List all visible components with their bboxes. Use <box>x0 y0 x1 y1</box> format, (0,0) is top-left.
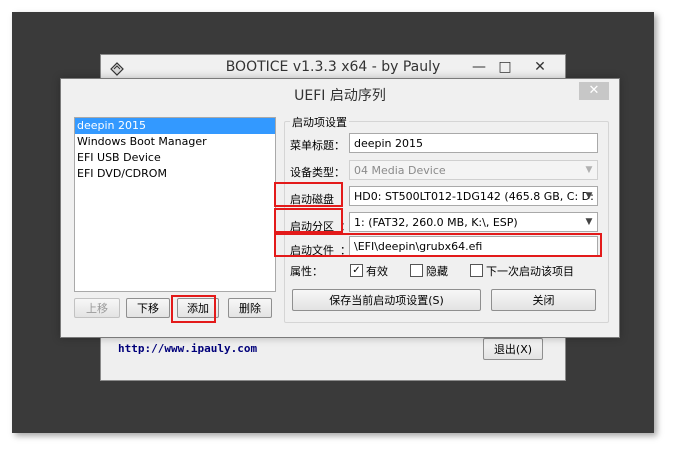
group-title: 启动项设置 <box>290 114 349 130</box>
boot-partition-value: 1: (FAT32, 260.0 MB, K:\, ESP) <box>354 216 518 229</box>
device-type-select[interactable]: 04 Media Device ▼ <box>349 160 598 180</box>
move-down-button[interactable]: 下移 <box>126 298 170 318</box>
list-item[interactable]: EFI DVD/CDROM <box>75 166 275 182</box>
active-label: 有效 <box>366 265 388 278</box>
highlight-boot-disk <box>274 182 343 207</box>
chevron-down-icon: ▼ <box>585 191 593 201</box>
boot-partition-select[interactable]: 1: (FAT32, 260.0 MB, K:\, ESP) ▼ <box>349 212 598 232</box>
list-item[interactable]: EFI USB Device <box>75 150 275 166</box>
main-close-button[interactable]: ✕ <box>518 57 562 77</box>
maximize-button[interactable]: □ <box>492 57 518 77</box>
hidden-label: 隐藏 <box>426 265 448 278</box>
boot-entry-list[interactable]: deepin 2015 Windows Boot Manager EFI USB… <box>74 117 276 292</box>
chevron-down-icon: ▼ <box>585 165 593 175</box>
next-boot-label: 下一次启动该项目 <box>486 265 574 278</box>
close-dialog-button[interactable]: 关闭 <box>491 289 596 311</box>
minimize-button[interactable]: — <box>466 57 492 77</box>
move-up-button[interactable]: 上移 <box>74 298 120 318</box>
next-boot-checkbox[interactable] <box>470 264 483 277</box>
exit-button[interactable]: 退出(X) <box>483 338 543 360</box>
menu-title-label: 菜单标题： <box>290 139 345 152</box>
save-boot-entry-button[interactable]: 保存当前启动项设置(S) <box>292 289 481 311</box>
highlight-boot-partition <box>274 208 343 233</box>
dialog-title: UEFI 启动序列 <box>294 88 386 104</box>
dialog-close-button[interactable]: ✕ <box>579 82 609 100</box>
active-checkbox[interactable]: ✓ <box>350 264 363 277</box>
hidden-checkbox[interactable] <box>410 264 423 277</box>
highlight-add-button <box>171 295 216 323</box>
boot-disk-select[interactable]: HD0: ST500LT012-1DG142 (465.8 GB, C: D: … <box>349 186 598 223</box>
delete-button[interactable]: 删除 <box>228 298 272 318</box>
dialog-titlebar: UEFI 启动序列 ✕ <box>61 79 619 107</box>
attributes-label: 属性： <box>290 265 323 278</box>
website-link[interactable]: http://www.ipauly.com <box>118 342 257 355</box>
device-type-label: 设备类型： <box>290 166 345 179</box>
menu-title-input[interactable]: deepin 2015 <box>349 133 598 153</box>
chevron-down-icon: ▼ <box>585 217 593 227</box>
list-item[interactable]: Windows Boot Manager <box>75 134 275 150</box>
device-type-value: 04 Media Device <box>354 164 446 177</box>
highlight-boot-file <box>274 233 602 257</box>
list-item[interactable]: deepin 2015 <box>75 118 275 134</box>
